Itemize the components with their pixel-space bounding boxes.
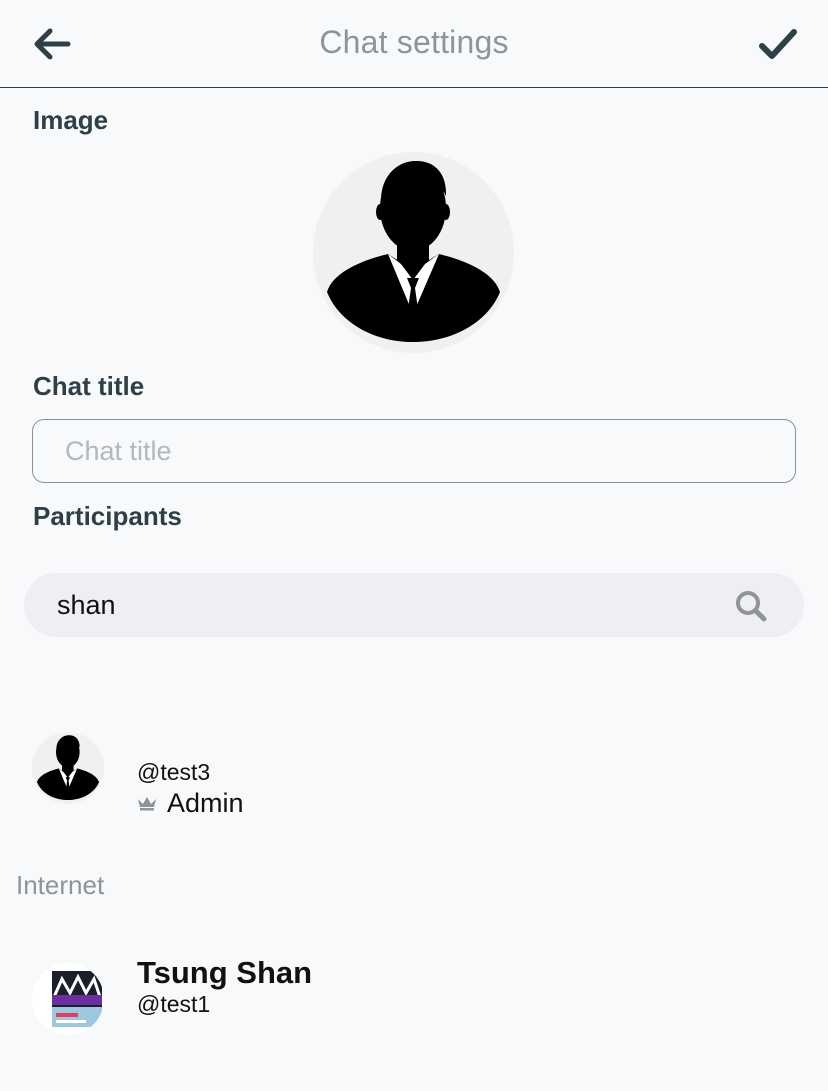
checkmark-icon	[759, 29, 797, 59]
participant-search-bar	[24, 573, 804, 637]
confirm-button[interactable]	[754, 22, 802, 66]
search-result-name: Tsung Shan	[137, 955, 313, 990]
header-bar: Chat settings	[0, 0, 828, 88]
participants-label: Participants	[33, 501, 182, 531]
participant-search-input[interactable]	[57, 573, 697, 637]
chat-image-avatar[interactable]	[313, 152, 514, 353]
search-result-avatar	[32, 963, 104, 1035]
internet-section-title: Internet	[16, 870, 105, 900]
image-label: Image	[33, 105, 109, 135]
participant-handle: @test3	[137, 759, 211, 785]
participant-avatar	[32, 732, 104, 804]
search-result-item[interactable]: Tsung Shan @test1	[0, 955, 828, 1045]
participant-role-label: Admin	[167, 788, 244, 818]
search-result-handle: @test1	[137, 991, 211, 1017]
participant-item[interactable]: @test3 Admin	[0, 730, 828, 830]
chat-title-input[interactable]	[32, 419, 796, 483]
crown-icon	[138, 797, 156, 811]
chat-title-label: Chat title	[33, 371, 145, 401]
photo-avatar	[32, 963, 104, 1035]
search-icon[interactable]	[734, 589, 768, 623]
page-title: Chat settings	[319, 24, 509, 60]
person-silhouette-icon	[37, 735, 99, 801]
person-silhouette-icon	[327, 160, 500, 342]
participant-role: Admin	[137, 788, 244, 819]
